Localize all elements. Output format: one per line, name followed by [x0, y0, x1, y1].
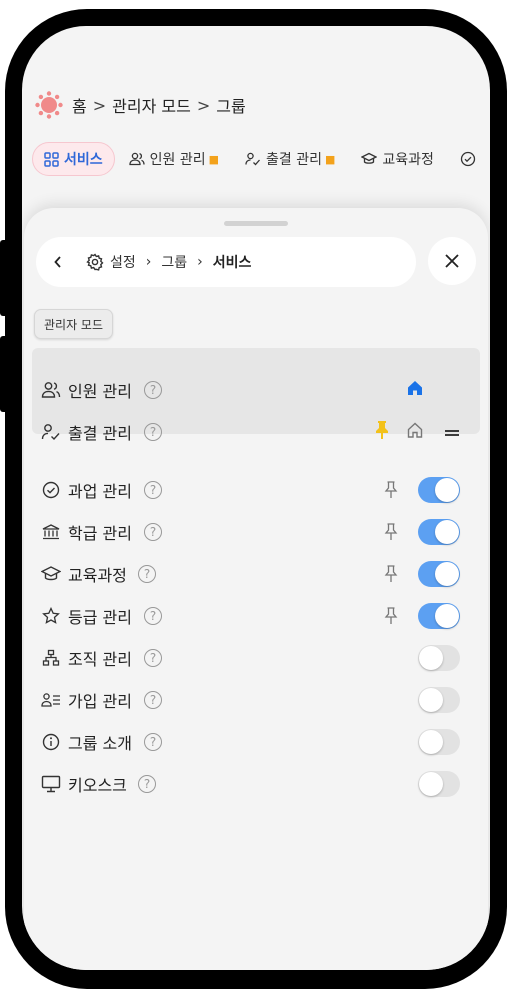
- breadcrumb-separator: >: [92, 95, 107, 115]
- home-icon[interactable]: [406, 379, 424, 401]
- service-toggle[interactable]: [418, 645, 460, 671]
- service-tabs: 서비스 인원 관리 ■ 출결 관리 ■ 교육과정: [32, 142, 490, 176]
- bank-icon: [40, 521, 62, 543]
- service-row-tasks[interactable]: 과업 관리 ?: [24, 469, 488, 511]
- attendance-icon: [40, 421, 62, 443]
- service-toggle[interactable]: [418, 561, 460, 587]
- chevron-left-icon: [54, 256, 61, 268]
- service-row-kiosk[interactable]: 키오스크 ?: [24, 763, 488, 805]
- service-label: 출결 관리: [68, 424, 132, 443]
- help-icon[interactable]: ?: [144, 381, 162, 399]
- service-row-intro[interactable]: 그룹 소개 ?: [24, 721, 488, 763]
- service-row-curriculum[interactable]: 교육과정 ?: [24, 553, 488, 595]
- service-toggle[interactable]: [418, 519, 460, 545]
- people-icon: [40, 379, 62, 401]
- help-icon[interactable]: ?: [138, 565, 156, 583]
- pin-icon: ■: [208, 152, 220, 166]
- grid-icon: [44, 151, 59, 167]
- breadcrumb-separator: >: [196, 95, 211, 115]
- service-label: 교육과정: [68, 566, 127, 585]
- nav-settings[interactable]: 설정: [110, 252, 136, 272]
- back-button[interactable]: [46, 255, 70, 269]
- breadcrumb: 홈 > 관리자 모드 > 그룹: [34, 90, 246, 120]
- pin-outline-icon[interactable]: [382, 480, 400, 500]
- info-icon: [40, 731, 62, 753]
- tab-curriculum[interactable]: 교육과정: [349, 143, 446, 175]
- tab-attendance[interactable]: 출결 관리 ■: [233, 143, 347, 175]
- service-toggle[interactable]: [418, 603, 460, 629]
- service-toggle[interactable]: [418, 771, 460, 797]
- help-icon[interactable]: ?: [138, 775, 156, 793]
- nav-current: 서비스: [212, 255, 252, 271]
- sheet-grabber[interactable]: [224, 221, 288, 226]
- help-icon[interactable]: ?: [144, 649, 162, 667]
- check-circle-icon: [460, 151, 476, 167]
- service-label: 가입 관리: [68, 692, 132, 711]
- pin-outline-icon[interactable]: [382, 522, 400, 542]
- service-label: 학급 관리: [68, 524, 132, 543]
- admin-mode-chip[interactable]: 관리자 모드: [34, 309, 114, 339]
- close-icon: [445, 254, 459, 268]
- pin-icon[interactable]: [374, 420, 390, 444]
- tab-people[interactable]: 인원 관리 ■: [117, 143, 231, 175]
- service-label: 그룹 소개: [68, 734, 132, 753]
- help-icon[interactable]: ?: [144, 733, 162, 751]
- service-toggle[interactable]: [418, 477, 460, 503]
- tab-label: 서비스: [64, 152, 103, 168]
- breadcrumb-current: 그룹: [216, 97, 246, 116]
- help-icon[interactable]: ?: [144, 607, 162, 625]
- nav-group[interactable]: 그룹: [161, 252, 187, 272]
- services-sheet: 설정 › 그룹 › 서비스 관리자 모드 인원 관리 ? 출결 관리 ? 과업 …: [24, 208, 488, 970]
- pin-icon: ■: [325, 152, 336, 166]
- tab-label: 출결 관리: [266, 152, 323, 168]
- screen: 홈 > 관리자 모드 > 그룹 서비스 인원 관리 ■ 출결 관리 ■ 교육과정…: [22, 26, 490, 970]
- service-row-classes[interactable]: 학급 관리 ?: [24, 511, 488, 553]
- help-icon[interactable]: ?: [144, 423, 162, 441]
- service-row-grades[interactable]: 등급 관리 ?: [24, 595, 488, 637]
- help-icon[interactable]: ?: [144, 691, 162, 709]
- logo-icon[interactable]: [34, 90, 64, 120]
- service-label: 키오스크: [68, 776, 127, 795]
- org-chart-icon: [40, 647, 62, 669]
- breadcrumb-admin[interactable]: 관리자 모드: [112, 93, 191, 117]
- volume-down-button: [0, 336, 8, 412]
- help-icon[interactable]: ?: [144, 481, 162, 499]
- gear-icon: [86, 253, 104, 271]
- service-toggle[interactable]: [418, 729, 460, 755]
- service-label: 등급 관리: [68, 608, 132, 627]
- star-icon: [40, 605, 62, 627]
- help-icon[interactable]: ?: [144, 523, 162, 541]
- attendance-icon: [245, 152, 261, 166]
- service-row-membership[interactable]: 가입 관리 ?: [24, 679, 488, 721]
- tab-services[interactable]: 서비스: [32, 142, 115, 176]
- chevron-right-icon: ›: [145, 254, 152, 270]
- service-row-organization[interactable]: 조직 관리 ?: [24, 637, 488, 679]
- home-outline-icon[interactable]: [406, 421, 424, 443]
- service-label: 인원 관리: [68, 382, 132, 401]
- drag-handle-icon[interactable]: [444, 423, 460, 442]
- chevron-right-icon: ›: [197, 254, 203, 270]
- sheet-navbar: 설정 › 그룹 › 서비스: [36, 237, 416, 287]
- graduation-cap-icon: [361, 152, 378, 164]
- graduation-cap-icon: [40, 563, 62, 585]
- user-list-icon: [40, 689, 62, 711]
- tab-label: 교육과정: [382, 152, 434, 168]
- tab-more[interactable]: [448, 143, 490, 175]
- pin-outline-icon[interactable]: [382, 606, 400, 626]
- service-row-people[interactable]: 인원 관리 ?: [24, 369, 488, 411]
- monitor-icon: [40, 773, 62, 795]
- pin-outline-icon[interactable]: [382, 564, 400, 584]
- service-label: 과업 관리: [68, 482, 132, 501]
- service-toggle[interactable]: [418, 687, 460, 713]
- check-circle-icon: [40, 479, 62, 501]
- close-button[interactable]: [428, 237, 476, 285]
- tab-label: 인원 관리: [149, 152, 206, 168]
- service-row-attendance[interactable]: 출결 관리 ?: [24, 411, 488, 453]
- people-icon: [128, 152, 145, 166]
- volume-up-button: [0, 240, 8, 316]
- breadcrumb-home[interactable]: 홈: [72, 93, 87, 117]
- service-label: 조직 관리: [68, 650, 132, 669]
